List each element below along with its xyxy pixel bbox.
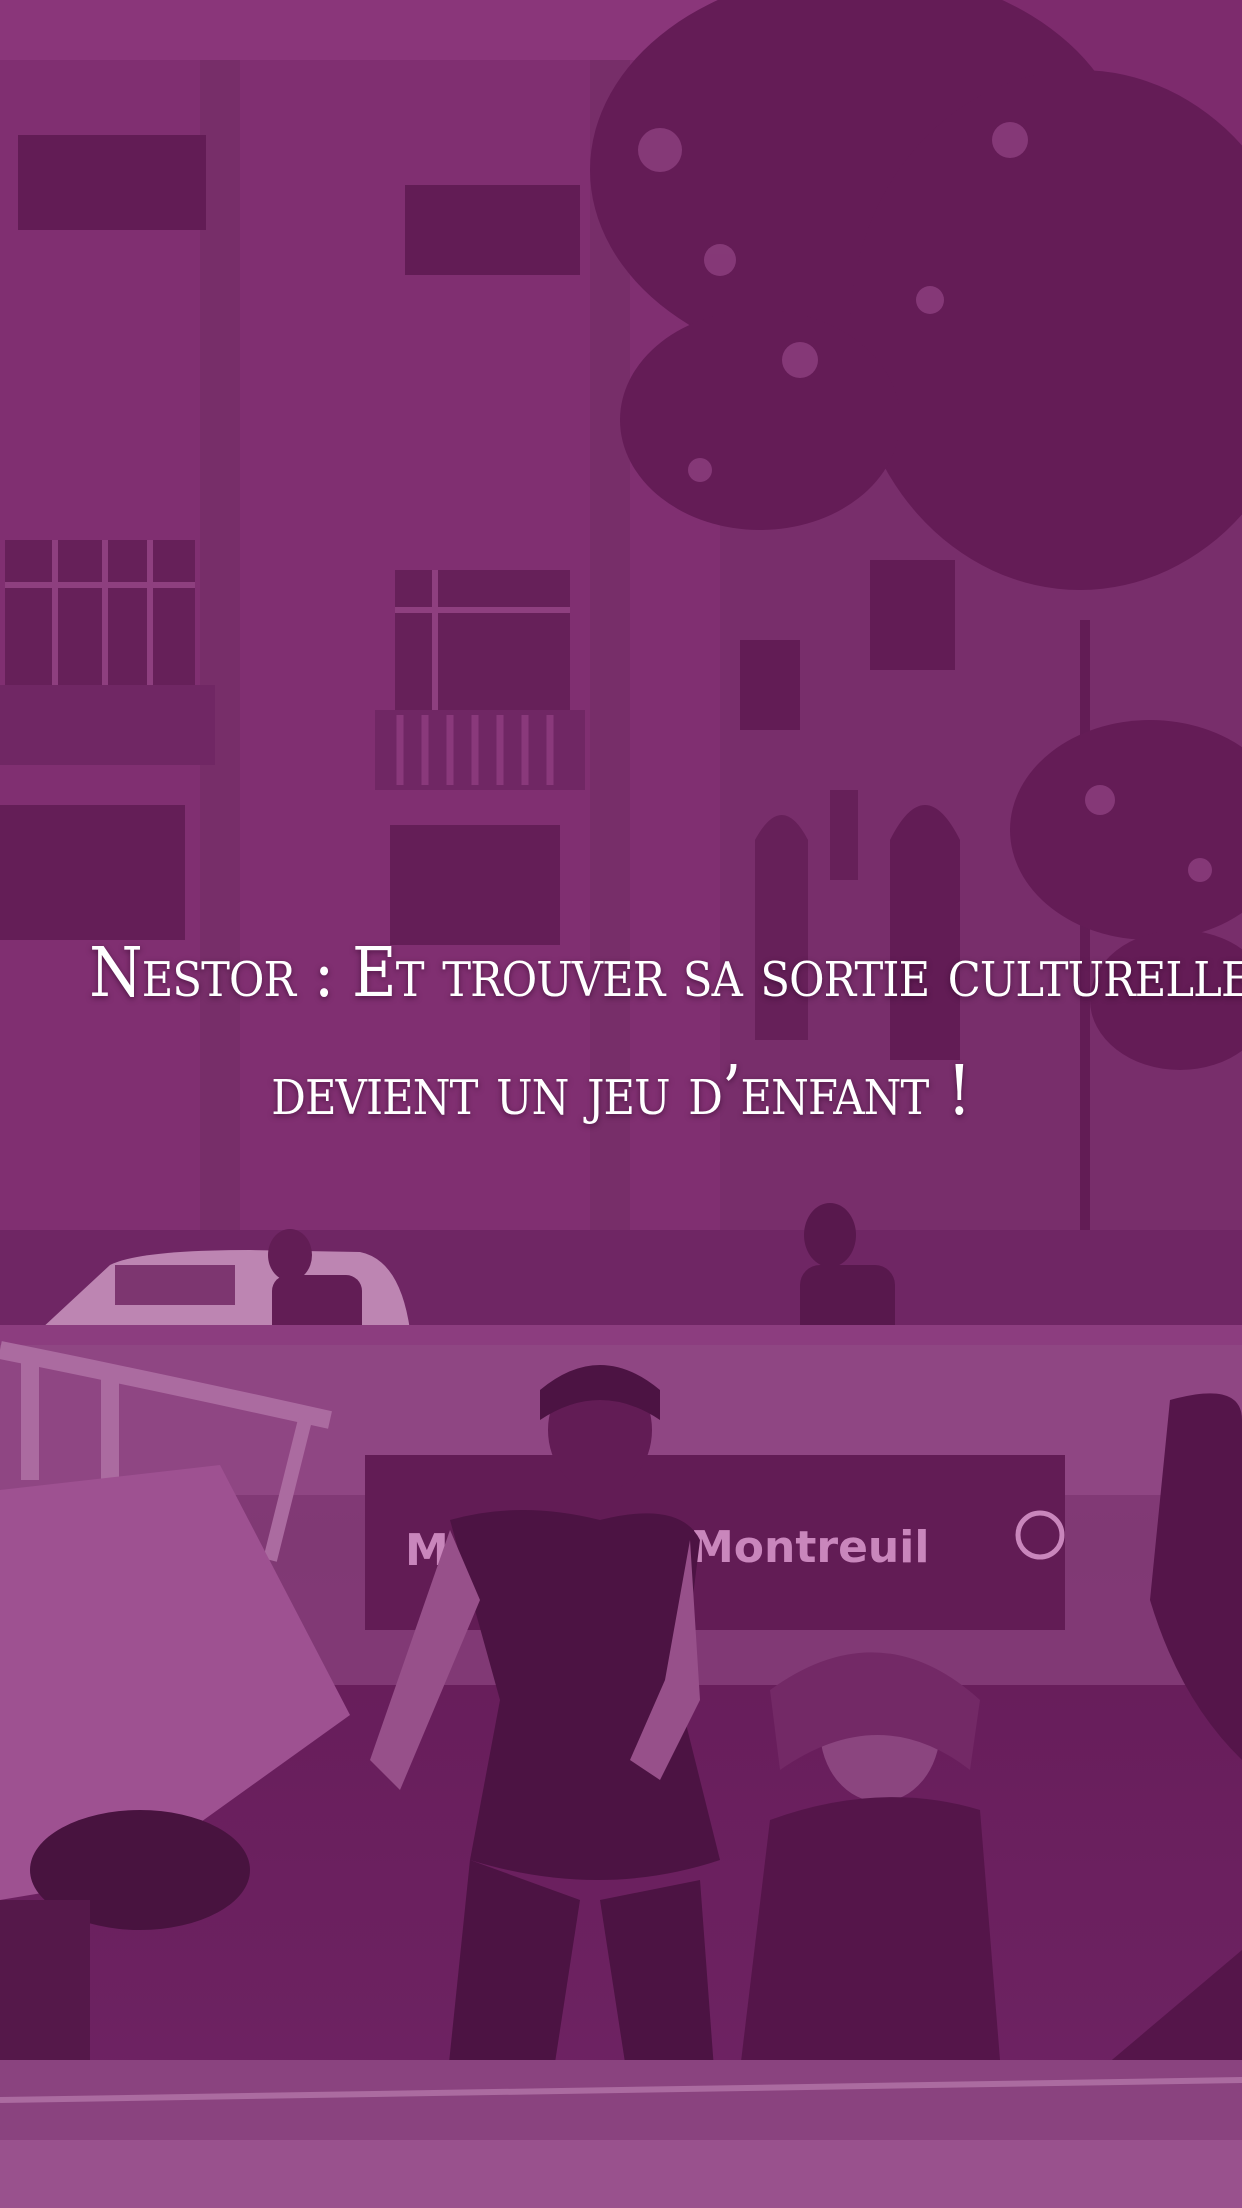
tagline-line-1: Nestor : Et trouver sa sortie culturelle xyxy=(89,934,1242,1013)
splash-screen: M Montreuil Nestor: Et trouver sa sorti… xyxy=(0,0,1242,2208)
tagline-headline: Nestor : Et trouver sa sortie culturelle… xyxy=(89,915,1242,1151)
tagline-line-2: devient un jeu d’enfant ! xyxy=(271,1052,971,1131)
